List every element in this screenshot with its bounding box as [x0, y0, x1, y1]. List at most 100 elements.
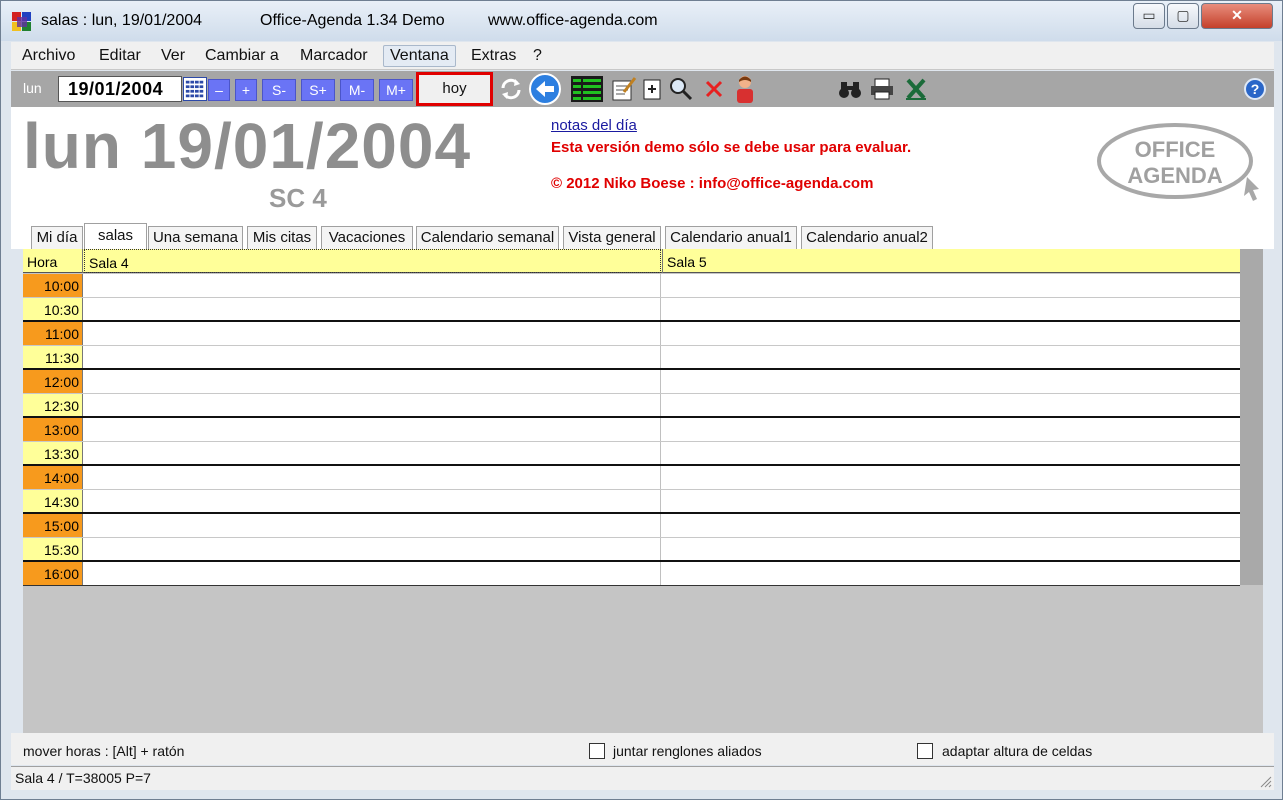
grid-scroll-strip[interactable] — [1240, 249, 1263, 585]
day-plus-button[interactable]: + — [235, 79, 257, 101]
time-label: 13:00 — [23, 418, 83, 441]
time-label: 13:30 — [23, 442, 83, 464]
slot-sala-5[interactable] — [662, 514, 1240, 537]
time-row: 14:00 — [23, 466, 1240, 490]
menu-ver[interactable]: Ver — [161, 47, 185, 65]
time-row: 15:00 — [23, 514, 1240, 538]
printer-icon[interactable] — [869, 76, 895, 102]
slot-sala-5[interactable] — [662, 394, 1240, 416]
time-label: 11:30 — [23, 346, 83, 368]
time-row: 12:00 — [23, 370, 1240, 394]
user-icon[interactable] — [733, 74, 757, 104]
slot-sala-5[interactable] — [662, 370, 1240, 393]
tab-calendario-anual2[interactable]: Calendario anual2 — [801, 226, 933, 249]
time-row: 16:00 — [23, 562, 1240, 586]
view-tabs: Mi día salas Una semana Mis citas Vacaci… — [11, 223, 1274, 250]
slot-sala-5[interactable] — [662, 490, 1240, 512]
week-minus-button[interactable]: S- — [262, 79, 296, 101]
tab-mi-dia[interactable]: Mi día — [31, 226, 83, 249]
minimize-button[interactable]: ▭ — [1133, 3, 1165, 29]
calendar-picker-icon[interactable] — [183, 77, 207, 101]
slot-sala-4[interactable] — [84, 538, 661, 560]
move-hours-hint: mover horas : [Alt] + ratón — [23, 743, 185, 759]
slot-sala-4[interactable] — [84, 346, 661, 368]
slot-sala-4[interactable] — [84, 490, 661, 512]
excel-export-icon[interactable] — [903, 76, 929, 102]
time-label: 14:00 — [23, 466, 83, 489]
day-minus-button[interactable]: – — [208, 79, 230, 101]
month-minus-button[interactable]: M- — [340, 79, 374, 101]
slot-sala-4[interactable] — [84, 370, 661, 393]
time-label: 15:30 — [23, 538, 83, 560]
menu-bar: Archivo Editar Ver Cambiar a Marcador Ve… — [11, 42, 1274, 70]
slot-sala-5[interactable] — [662, 442, 1240, 464]
slot-sala-4[interactable] — [84, 394, 661, 416]
time-row: 10:00 — [23, 274, 1240, 298]
tab-salas[interactable]: salas — [84, 223, 147, 250]
edit-note-icon[interactable] — [611, 76, 637, 102]
day-header: lun 19/01/2004 SC 4 notas del día Esta v… — [11, 107, 1274, 225]
slot-sala-5[interactable] — [662, 466, 1240, 489]
day-view-grid-icon[interactable] — [571, 76, 603, 102]
slot-sala-4[interactable] — [84, 274, 661, 297]
tab-calendario-anual1[interactable]: Calendario anual1 — [665, 226, 797, 249]
adapt-height-checkbox[interactable] — [917, 743, 933, 759]
app-name: Office-Agenda 1.34 Demo — [260, 12, 445, 29]
toolbar: lun 19/01/2004 – + S- S+ M- M+ hoy ? — [11, 71, 1274, 107]
tab-calendario-semanal[interactable]: Calendario semanal — [416, 226, 559, 249]
tab-una-semana[interactable]: Una semana — [148, 226, 243, 249]
refresh-icon[interactable] — [498, 76, 524, 102]
slot-sala-5[interactable] — [662, 538, 1240, 560]
slot-sala-5[interactable] — [662, 562, 1240, 585]
time-label: 14:30 — [23, 490, 83, 512]
menu-help[interactable]: ? — [533, 47, 542, 65]
logo-text-line2: AGENDA — [1127, 163, 1223, 188]
slot-sala-4[interactable] — [84, 466, 661, 489]
today-button[interactable]: hoy — [416, 72, 493, 106]
month-plus-button[interactable]: M+ — [379, 79, 413, 101]
join-rows-label[interactable]: juntar renglones aliados — [613, 743, 762, 759]
slot-sala-5[interactable] — [662, 322, 1240, 345]
slot-sala-5[interactable] — [662, 346, 1240, 368]
week-plus-button[interactable]: S+ — [301, 79, 335, 101]
menu-ventana[interactable]: Ventana — [383, 45, 456, 67]
search-icon[interactable] — [668, 76, 694, 102]
menu-cambiar-a[interactable]: Cambiar a — [205, 47, 279, 65]
page-title: lun 19/01/2004 — [23, 110, 472, 182]
slot-sala-5[interactable] — [662, 298, 1240, 320]
join-rows-checkbox[interactable] — [589, 743, 605, 759]
tab-vacaciones[interactable]: Vacaciones — [321, 226, 413, 249]
menu-editar[interactable]: Editar — [99, 47, 141, 65]
menu-marcador[interactable]: Marcador — [300, 47, 368, 65]
new-page-icon[interactable] — [641, 76, 663, 102]
day-notes-link[interactable]: notas del día — [551, 117, 637, 134]
menu-archivo[interactable]: Archivo — [22, 47, 75, 65]
binoculars-icon[interactable] — [837, 76, 863, 102]
room-header-sala-5[interactable]: Sala 5 — [662, 249, 1240, 273]
delete-icon[interactable] — [701, 76, 727, 102]
slot-sala-4[interactable] — [84, 298, 661, 320]
time-row: 13:00 — [23, 418, 1240, 442]
close-button[interactable]: ✕ — [1201, 3, 1273, 29]
slot-sala-4[interactable] — [84, 322, 661, 345]
tab-mis-citas[interactable]: Mis citas — [247, 226, 317, 249]
maximize-button[interactable]: ▢ — [1167, 3, 1199, 29]
slot-sala-4[interactable] — [84, 442, 661, 464]
slot-sala-4[interactable] — [84, 514, 661, 537]
tab-vista-general[interactable]: Vista general — [563, 226, 661, 249]
help-icon[interactable]: ? — [1244, 78, 1266, 100]
date-input[interactable]: 19/01/2004 — [58, 76, 182, 102]
app-logo-icon — [12, 12, 31, 31]
slot-sala-5[interactable] — [662, 274, 1240, 297]
menu-extras[interactable]: Extras — [471, 47, 516, 65]
window-title: salas : lun, 19/01/2004 — [41, 12, 203, 29]
slot-sala-4[interactable] — [84, 418, 661, 441]
grid-header: Hora Sala 4 Sala 5 — [23, 249, 1240, 273]
slot-sala-5[interactable] — [662, 418, 1240, 441]
adapt-height-label[interactable]: adaptar altura de celdas — [942, 743, 1092, 759]
resize-grip-icon[interactable] — [1258, 774, 1272, 788]
back-arrow-icon[interactable] — [529, 73, 561, 105]
time-row: 14:30 — [23, 490, 1240, 514]
slot-sala-4[interactable] — [84, 562, 661, 585]
room-header-sala-4[interactable]: Sala 4 — [84, 249, 661, 273]
